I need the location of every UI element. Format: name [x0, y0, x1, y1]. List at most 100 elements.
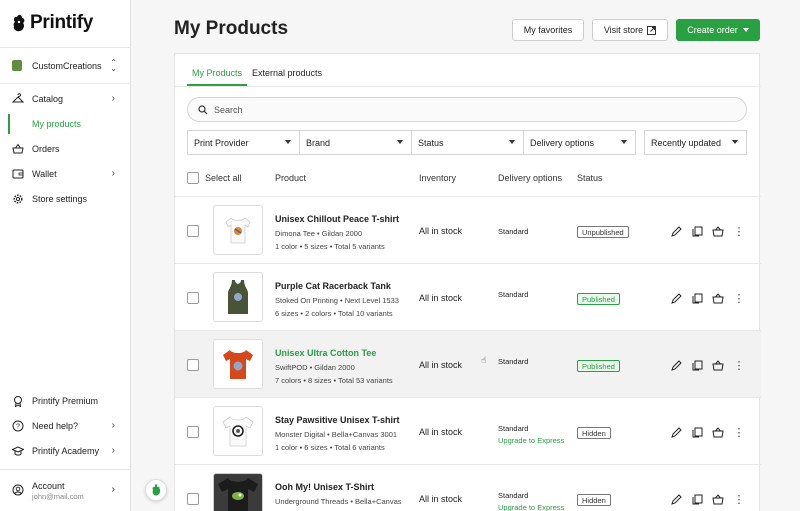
delivery-options-filter[interactable]: Delivery options [523, 130, 636, 155]
row-checkbox[interactable] [187, 493, 199, 505]
help-icon: ? [12, 420, 24, 432]
button-label: My favorites [523, 25, 573, 35]
product-thumbnail[interactable] [213, 205, 263, 255]
upgrade-to-express-link[interactable]: Upgrade to Express [498, 503, 564, 511]
printify-logo[interactable]: Printify [12, 11, 93, 35]
product-provider: Underground Threads • Bella+Canvas [275, 497, 402, 506]
product-thumbnail[interactable] [213, 272, 263, 322]
sidebar-item-need-help[interactable]: ? Need help? › [0, 414, 131, 438]
inventory-status: All in stock [419, 293, 463, 303]
product-thumbnail[interactable] [213, 473, 263, 511]
button-label: Create order [687, 25, 738, 35]
order-basket-icon[interactable] [711, 358, 725, 372]
sidebar-item-my-products[interactable]: My products [0, 112, 131, 136]
row-checkbox[interactable] [187, 426, 199, 438]
sidebar-item-catalog[interactable]: Catalog › [0, 87, 131, 111]
sort-select[interactable]: Recently updated [644, 130, 747, 155]
order-basket-icon[interactable] [711, 425, 725, 439]
order-basket-icon[interactable] [711, 224, 725, 238]
product-name[interactable]: Unisex Ultra Cotton Tee [275, 348, 376, 358]
brand-filter[interactable]: Brand [299, 130, 412, 155]
duplicate-icon[interactable] [690, 425, 704, 439]
upgrade-to-express-link[interactable]: Upgrade to Express [498, 436, 564, 445]
my-favorites-button[interactable]: My favorites [512, 19, 584, 41]
hanger-icon [12, 93, 24, 105]
product-name[interactable]: Ooh My! Unisex T-Shirt [275, 482, 374, 492]
sidebar-item-label: Wallet [32, 169, 57, 179]
duplicate-icon[interactable] [690, 224, 704, 238]
chevron-right-icon: › [111, 93, 115, 104]
filter-label: Status [418, 137, 444, 148]
printify-help-fab[interactable] [145, 479, 167, 501]
account-menu[interactable]: Account john@mail.com › [0, 469, 131, 511]
print-provider-filter[interactable]: Print Provider [187, 130, 300, 155]
column-header-status: Status [577, 173, 603, 183]
column-header-product: Product [275, 173, 307, 183]
product-name[interactable]: Purple Cat Racerback Tank [275, 281, 391, 291]
row-checkbox[interactable] [187, 359, 199, 371]
visit-store-button[interactable]: Visit store [592, 19, 668, 41]
select-all-checkbox[interactable] [187, 172, 199, 184]
chevron-right-icon: › [111, 484, 115, 495]
row-checkbox[interactable] [187, 225, 199, 237]
caret-down-icon [509, 140, 515, 144]
shop-switcher[interactable]: CustomCreations ⌃ ⌄ [0, 47, 131, 84]
shopify-bag-icon [12, 60, 22, 71]
more-options-icon[interactable]: ⋮ [732, 291, 746, 305]
printify-logo-icon [13, 14, 25, 32]
order-basket-icon[interactable] [711, 291, 725, 305]
column-header-inventory: Inventory [419, 173, 457, 183]
delivery-option: Standard [498, 357, 529, 366]
chevron-right-icon: › [111, 420, 115, 431]
sidebar-item-wallet[interactable]: Wallet › [0, 162, 131, 186]
edit-pencil-icon[interactable] [669, 291, 683, 305]
inventory-status: All in stock [419, 360, 463, 370]
status-filter[interactable]: Status [411, 130, 524, 155]
inventory-status: All in stock [419, 427, 463, 437]
sidebar-item-store-settings[interactable]: Store settings [0, 187, 131, 211]
more-options-icon[interactable]: ⋮ [732, 358, 746, 372]
edit-pencil-icon[interactable] [669, 358, 683, 372]
status-badge: Published [577, 360, 620, 372]
products-panel: My Products External products Search Pri… [174, 53, 761, 511]
product-thumbnail[interactable] [213, 339, 263, 389]
tab-my-products[interactable]: My Products [187, 66, 248, 86]
row-checkbox[interactable] [187, 292, 199, 304]
sidebar-item-printify-academy[interactable]: Printify Academy › [0, 439, 131, 463]
sidebar: Printify CustomCreations ⌃ ⌄ Catalog › My… [0, 0, 131, 511]
table-row[interactable]: Unisex Ultra Cotton Tee SwiftPOD • Gilda… [175, 330, 761, 397]
brand-name: Printify [30, 12, 94, 33]
tab-bar: My Products External products [187, 66, 327, 86]
edit-pencil-icon[interactable] [669, 224, 683, 238]
create-order-button[interactable]: Create order [676, 19, 760, 41]
table-row[interactable]: Stay Pawsitive Unisex T-shirt Monster Di… [175, 397, 761, 464]
product-provider: Dimona Tee • Gildan 2000 [275, 229, 363, 238]
product-name[interactable]: Unisex Chillout Peace T-shirt [275, 214, 399, 224]
sort-label: Recently updated [651, 137, 722, 148]
table-row[interactable]: Purple Cat Racerback Tank Stoked On Prin… [175, 263, 761, 330]
table-row[interactable]: Unisex Chillout Peace T-shirt Dimona Tee… [175, 196, 761, 263]
sidebar-item-label: My products [32, 119, 82, 129]
up-down-chevron-icon: ⌃ ⌄ [110, 58, 117, 73]
duplicate-icon[interactable] [690, 291, 704, 305]
sidebar-item-orders[interactable]: Orders [0, 137, 131, 161]
tshirt-image [222, 416, 254, 447]
search-icon [198, 104, 208, 114]
more-options-icon[interactable]: ⋮ [732, 492, 746, 506]
edit-pencil-icon[interactable] [669, 492, 683, 506]
premium-badge-icon [12, 395, 24, 407]
duplicate-icon[interactable] [690, 358, 704, 372]
edit-pencil-icon[interactable] [669, 425, 683, 439]
table-row[interactable]: Ooh My! Unisex T-Shirt Underground Threa… [175, 464, 761, 511]
search-input[interactable]: Search [187, 97, 747, 122]
more-options-icon[interactable]: ⋮ [732, 425, 746, 439]
duplicate-icon[interactable] [690, 492, 704, 506]
tab-external-products[interactable]: External products [247, 66, 327, 86]
product-thumbnail[interactable] [213, 406, 263, 456]
product-name[interactable]: Stay Pawsitive Unisex T-shirt [275, 415, 400, 425]
chevron-right-icon: › [111, 445, 115, 456]
sidebar-item-printify-premium[interactable]: Printify Premium [0, 389, 131, 413]
order-basket-icon[interactable] [711, 492, 725, 506]
product-variants: 1 color • 6 sizes • Total 6 variants [275, 443, 385, 452]
more-options-icon[interactable]: ⋮ [732, 224, 746, 238]
